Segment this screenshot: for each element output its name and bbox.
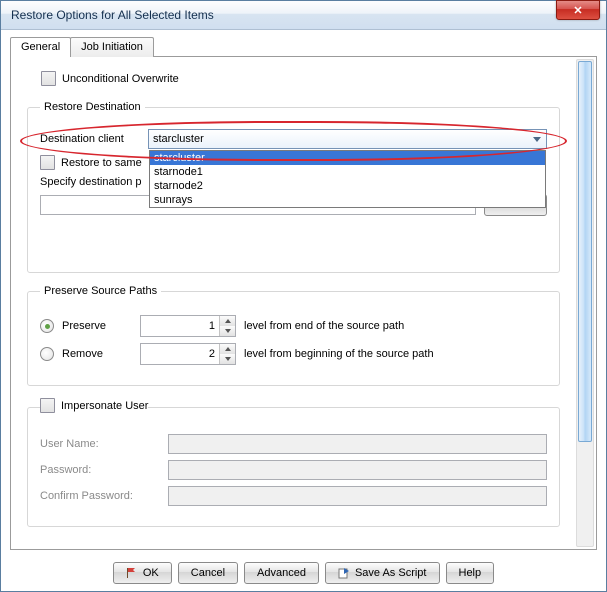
content-area: Unconditional Overwrite Restore Destinat… (13, 59, 574, 547)
close-icon: ✕ (573, 4, 582, 17)
destination-client-row: Destination client starcluster starclust… (40, 129, 547, 149)
help-button[interactable]: Help (446, 562, 495, 584)
tab-job-initiation[interactable]: Job Initiation (70, 37, 154, 57)
remove-level-spin[interactable] (140, 343, 236, 365)
preserve-row: Preserve level from end of the source pa… (40, 315, 547, 337)
window-title: Restore Options for All Selected Items (11, 8, 602, 22)
restore-to-same-label: Restore to same (61, 157, 142, 169)
checkbox-icon (40, 398, 55, 413)
chevron-down-icon (529, 132, 544, 147)
flag-icon (126, 567, 138, 579)
destination-client-combo[interactable]: starcluster starcluster starnode1 starno… (148, 129, 547, 149)
tab-bar: General Job Initiation (10, 36, 153, 56)
impersonate-user-group: Impersonate User User Name: Password: Co… (27, 398, 560, 527)
checkbox-icon (40, 155, 55, 170)
preserve-label: Preserve (62, 320, 132, 332)
dropdown-option[interactable]: starnode1 (150, 165, 545, 179)
spin-down[interactable] (220, 354, 235, 364)
impersonate-user-legend: Impersonate User (61, 400, 148, 412)
impersonate-user-checkbox[interactable]: Impersonate User (40, 398, 148, 413)
spin-buttons (219, 344, 235, 364)
destination-client-label: Destination client (40, 133, 140, 145)
preserve-source-paths-group: Preserve Source Paths Preserve level fro… (27, 285, 560, 386)
footer-buttons: OK Cancel Advanced Save As Script Help (2, 562, 605, 584)
specify-destination-path-label: Specify destination p (40, 176, 142, 188)
tab-panel-general: Unconditional Overwrite Restore Destinat… (10, 56, 597, 550)
spin-up[interactable] (220, 344, 235, 354)
scrollbar-vertical[interactable] (576, 59, 594, 547)
remove-suffix: level from beginning of the source path (244, 348, 434, 360)
preserve-suffix: level from end of the source path (244, 320, 404, 332)
tab-job-initiation-label: Job Initiation (81, 41, 143, 53)
restore-destination-legend: Restore Destination (40, 101, 145, 113)
dropdown-option[interactable]: sunrays (150, 193, 545, 207)
remove-label: Remove (62, 348, 132, 360)
checkbox-icon (41, 71, 56, 86)
advanced-button-label: Advanced (257, 567, 306, 579)
remove-row: Remove level from beginning of the sourc… (40, 343, 547, 365)
confirm-password-row: Confirm Password: (40, 486, 547, 506)
advanced-button[interactable]: Advanced (244, 562, 319, 584)
preserve-level-input[interactable] (141, 316, 219, 336)
dropdown-option[interactable]: starnode2 (150, 179, 545, 193)
scrollbar-thumb[interactable] (578, 61, 592, 442)
tab-general[interactable]: General (10, 37, 71, 57)
spin-down[interactable] (220, 326, 235, 336)
user-name-row: User Name: (40, 434, 547, 454)
preserve-source-paths-legend: Preserve Source Paths (40, 285, 161, 297)
password-label: Password: (40, 464, 160, 476)
password-row: Password: (40, 460, 547, 480)
unconditional-overwrite-label: Unconditional Overwrite (62, 73, 179, 85)
password-input (168, 460, 547, 480)
spin-up[interactable] (220, 316, 235, 326)
close-button[interactable]: ✕ (556, 0, 600, 20)
confirm-password-input (168, 486, 547, 506)
restore-destination-group: Restore Destination Destination client s… (27, 101, 560, 273)
destination-client-value: starcluster (153, 133, 204, 145)
dialog-window: Restore Options for All Selected Items ✕… (0, 0, 607, 592)
cancel-button-label: Cancel (191, 567, 225, 579)
preserve-radio[interactable] (40, 319, 54, 333)
preserve-level-spin[interactable] (140, 315, 236, 337)
user-name-label: User Name: (40, 438, 160, 450)
restore-to-same-checkbox[interactable]: Restore to same (40, 155, 142, 170)
save-script-icon (338, 567, 350, 579)
unconditional-overwrite-checkbox[interactable]: Unconditional Overwrite (41, 71, 179, 86)
ok-button-label: OK (143, 567, 159, 579)
client-area: General Job Initiation Unconditional Ove… (2, 30, 605, 590)
help-button-label: Help (459, 567, 482, 579)
spin-buttons (219, 316, 235, 336)
dropdown-option[interactable]: starcluster (150, 151, 545, 165)
save-as-script-label: Save As Script (355, 567, 427, 579)
remove-radio[interactable] (40, 347, 54, 361)
user-name-input (168, 434, 547, 454)
cancel-button[interactable]: Cancel (178, 562, 238, 584)
confirm-password-label: Confirm Password: (40, 490, 160, 502)
title-bar: Restore Options for All Selected Items ✕ (1, 1, 606, 30)
destination-client-dropdown: starcluster starnode1 starnode2 sunrays (149, 150, 546, 208)
ok-button[interactable]: OK (113, 562, 172, 584)
save-as-script-button[interactable]: Save As Script (325, 562, 440, 584)
remove-level-input[interactable] (141, 344, 219, 364)
tab-general-label: General (21, 41, 60, 53)
